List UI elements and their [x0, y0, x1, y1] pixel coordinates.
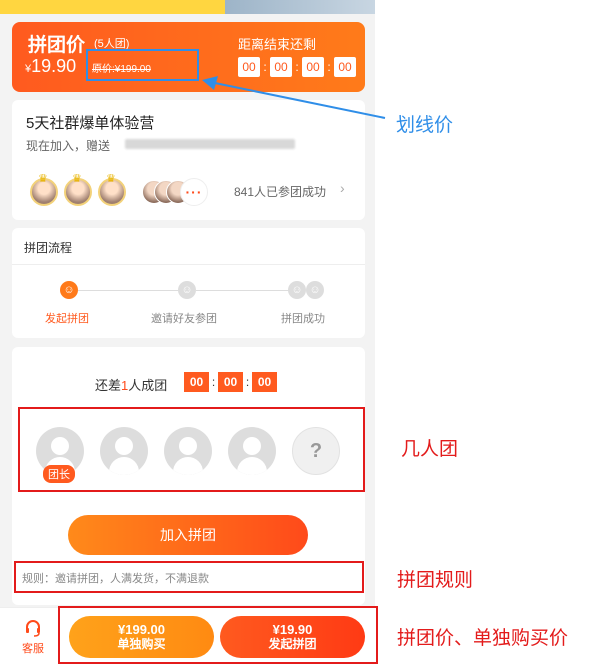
group-price-number: 19.90: [31, 56, 77, 76]
members-needed-text: 还差1人成团: [95, 375, 167, 394]
timer-separator: :: [211, 375, 216, 389]
crown-icon: ♛: [106, 173, 116, 185]
more-members-icon: ···: [180, 178, 208, 206]
flow-connector: [78, 290, 178, 291]
annotation-rules: 拼团规则: [397, 570, 474, 591]
timer-separator: :: [245, 375, 250, 389]
members-needed-prefix: 还差: [95, 378, 122, 393]
annotated-screenshot: 拼团价 (5人团) ¥19.90 原价:¥199.00 距离结束还剩 00: 0…: [0, 0, 598, 667]
gift-text: 现在加入，赠送: [26, 139, 111, 153]
divider: [12, 264, 365, 265]
group-price-value: ¥19.90: [25, 56, 76, 77]
annotation-strike-price: 划线价: [396, 115, 454, 136]
countdown-separator: :: [263, 60, 267, 74]
step-label: 发起拼团: [45, 313, 89, 325]
course-promo-card[interactable]: 5天社群爆单体验营 现在加入，赠送 ♛ ♛ ♛ ··· 841人已参团成功 ›: [12, 100, 365, 220]
countdown-minutes: 00: [302, 57, 324, 77]
blurred-gift-text: [125, 139, 295, 149]
banner-photo: [225, 0, 375, 14]
team-timer-seconds: 00: [252, 372, 277, 392]
countdown-separator: :: [327, 60, 331, 74]
crown-icon: ♛: [72, 173, 82, 185]
top-banner-image: [0, 0, 375, 14]
group-price-title: 拼团价: [28, 35, 86, 56]
crown-icon: ♛: [38, 173, 48, 185]
group-price-banner: 拼团价 (5人团) ¥19.90 原价:¥199.00 距离结束还剩 00: 0…: [12, 22, 365, 92]
join-group-button[interactable]: 加入拼团: [68, 515, 308, 555]
course-title: 5天社群爆单体验营: [26, 115, 155, 132]
countdown-days: 00: [238, 57, 260, 77]
annotation-prices-box: [58, 606, 378, 664]
annotation-team-size-box: [18, 407, 365, 492]
flow-connector: [196, 290, 296, 291]
customer-service-button[interactable]: 客服: [14, 618, 52, 656]
step-start-icon: ☺: [60, 281, 78, 299]
step-success-icon: ☺: [306, 281, 324, 299]
countdown-seconds: 00: [334, 57, 356, 77]
annotation-team-size: 几人团: [401, 439, 459, 460]
customer-service-label: 客服: [22, 643, 44, 655]
countdown-label: 距离结束还剩: [238, 37, 317, 52]
step-label: 邀请好友参团: [151, 313, 217, 325]
team-timer-minutes: 00: [218, 372, 243, 392]
step-success-icon: ☺: [288, 281, 306, 299]
joined-count: 841人已参团成功: [234, 185, 327, 199]
group-flow-card: 拼团流程 ☺ ☺ ☺ ☺ 发起拼团 邀请好友参团 拼团成功: [12, 228, 365, 338]
step-label: 拼团成功: [281, 313, 325, 325]
countdown-separator: :: [295, 60, 299, 74]
step-invite-icon: ☺: [178, 281, 196, 299]
annotation-rules-box: [14, 561, 364, 593]
team-timer-hours: 00: [184, 372, 209, 392]
avatar: ♛: [30, 173, 58, 206]
countdown-hours: 00: [270, 57, 292, 77]
members-needed-suffix: 人成团: [128, 378, 168, 393]
strike-price-highlight-box: [86, 49, 199, 81]
chevron-right-icon[interactable]: ›: [340, 180, 345, 196]
countdown-timer: 00: 00: 00: 00: [238, 57, 356, 77]
team-countdown: 00: 00: 00: [184, 372, 277, 392]
avatar: ♛: [64, 173, 92, 206]
annotation-prices: 拼团价、单独购买价: [397, 628, 569, 649]
flow-title: 拼团流程: [24, 241, 73, 255]
avatar: ♛: [98, 173, 126, 206]
headset-icon: [26, 620, 40, 637]
